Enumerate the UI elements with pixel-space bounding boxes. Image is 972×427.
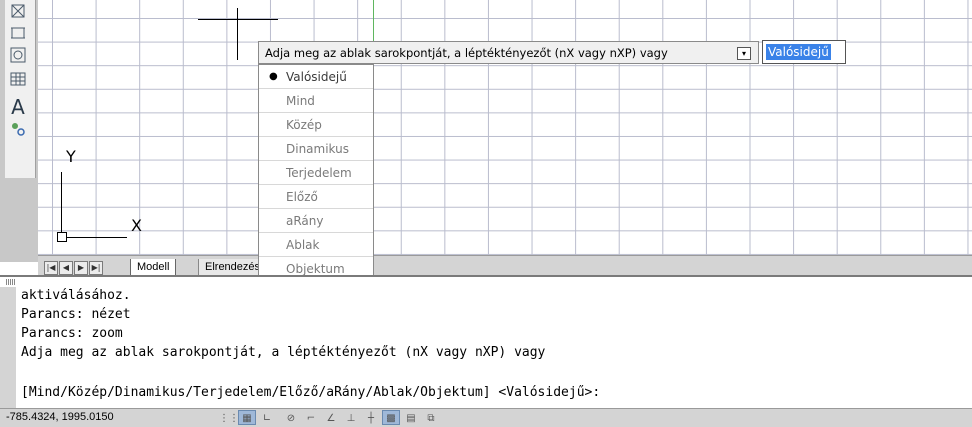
osnap-icon[interactable]: ⌐ (302, 410, 320, 425)
option-window[interactable]: Ablak (259, 233, 373, 257)
snap-icon[interactable]: ⋮⋮ (218, 410, 239, 425)
command-history-line: Adja meg az ablak sarokpontját, a lépték… (21, 345, 546, 360)
command-window-sidebar (0, 287, 16, 408)
next-tab-button[interactable]: ▶ (74, 261, 88, 275)
drawing-canvas[interactable] (38, 0, 972, 255)
polar-icon[interactable]: ⊘ (282, 410, 300, 425)
coordinate-readout: -785.4324, 1995.0150 (6, 411, 114, 423)
lwt-icon[interactable]: ▩ (382, 410, 400, 425)
command-history-line: Parancs: nézet (21, 307, 131, 322)
ucs-origin-icon (57, 232, 67, 242)
command-window-grip[interactable] (6, 279, 16, 285)
selected-value: Valósidejű (766, 44, 831, 60)
attribute-icon[interactable] (7, 121, 29, 143)
prompt-text: Adja meg az ablak sarokpontját, a lépték… (265, 46, 668, 60)
ducs-icon[interactable]: ⊥ (342, 410, 360, 425)
previous-tab-button[interactable]: ◀ (59, 261, 73, 275)
wblock-icon[interactable] (7, 25, 29, 47)
command-history-line: aktiválásához. (21, 288, 131, 303)
block-icon[interactable] (7, 3, 29, 25)
layout-tabs-bar: |◀ ◀ ▶ ▶| Modell Elrendezés (38, 255, 972, 276)
status-bar: -785.4324, 1995.0150 ⋮⋮ ▦ ∟ ⊘ ⌐ ∠ ⊥ ┼ ▩ … (0, 408, 972, 427)
otrack-icon[interactable]: ∠ (322, 410, 340, 425)
option-all[interactable]: Mind (259, 89, 373, 113)
selected-bullet-icon: ● (269, 71, 278, 82)
ucs-y-axis (61, 172, 62, 238)
option-scale[interactable]: aRány (259, 209, 373, 233)
dynamic-input-field[interactable]: Valósidejű (762, 40, 846, 64)
option-extents[interactable]: Terjedelem (259, 161, 373, 185)
qp-icon[interactable]: ▤ (402, 410, 420, 425)
ortho-icon[interactable]: ∟ (258, 410, 276, 425)
option-previous[interactable]: Előző (259, 185, 373, 209)
first-tab-button[interactable]: |◀ (44, 261, 58, 275)
ucs-x-axis (61, 237, 127, 238)
command-prompt-line[interactable]: [Mind/Közép/Dinamikus/Terjedelem/Előző/a… (21, 385, 600, 400)
ucs-x-label: X (131, 216, 142, 235)
options-dropdown-icon[interactable]: ▾ (737, 47, 751, 60)
revcloud-icon[interactable] (7, 47, 29, 69)
last-tab-button[interactable]: ▶| (89, 261, 103, 275)
table-icon[interactable] (7, 71, 29, 93)
dynamic-input-prompt: Adja meg az ablak sarokpontját, a lépték… (258, 41, 759, 64)
crosshair-vertical (237, 8, 238, 60)
option-center[interactable]: Közép (259, 113, 373, 137)
command-history-line: Parancs: zoom (21, 326, 123, 341)
text-icon[interactable]: A (7, 96, 29, 118)
tab-layout[interactable]: Elrendezés (198, 259, 268, 276)
tab-model[interactable]: Modell (130, 259, 177, 276)
grid-icon[interactable]: ▦ (238, 410, 256, 425)
dyn-icon[interactable]: ┼ (362, 410, 380, 425)
ucs-y-label: Y (66, 147, 76, 166)
option-list: ● Valósidejű Mind Közép Dinamikus Terjede… (258, 64, 374, 282)
option-realtime[interactable]: ● Valósidejű (259, 65, 373, 89)
sc-icon[interactable]: ⧉ (422, 410, 440, 425)
crosshair-horizontal (198, 19, 278, 20)
option-dynamic[interactable]: Dinamikus (259, 137, 373, 161)
